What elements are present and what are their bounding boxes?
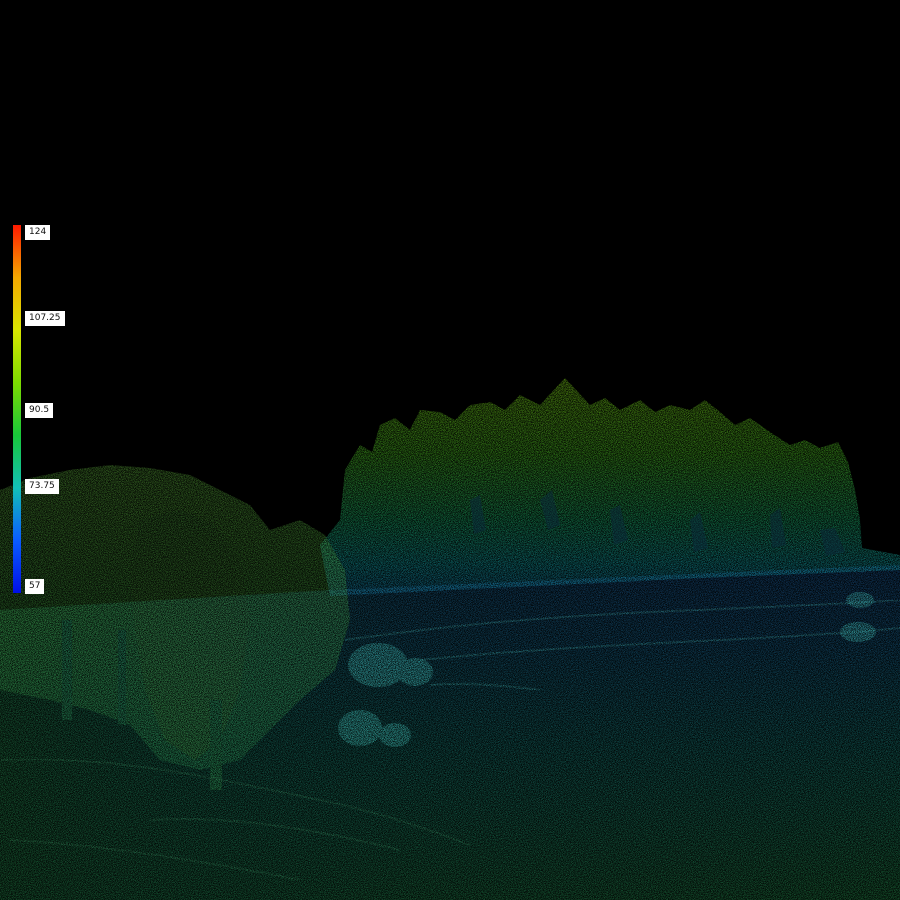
- colorbar-label-min: 57: [25, 579, 45, 594]
- colorbar-label-max: 124: [25, 225, 51, 240]
- elevation-color-bar: [13, 225, 21, 593]
- forest-canopy: [320, 378, 900, 596]
- colorbar-label-3: 90.5: [25, 403, 54, 418]
- colorbar-label-4: 73.75: [25, 479, 59, 494]
- lidar-point-cloud-scene[interactable]: [0, 0, 900, 900]
- point-cloud-viewport[interactable]: 124 107.25 90.5 73.75 57: [0, 0, 900, 900]
- colorbar-label-2: 107.25: [25, 311, 65, 326]
